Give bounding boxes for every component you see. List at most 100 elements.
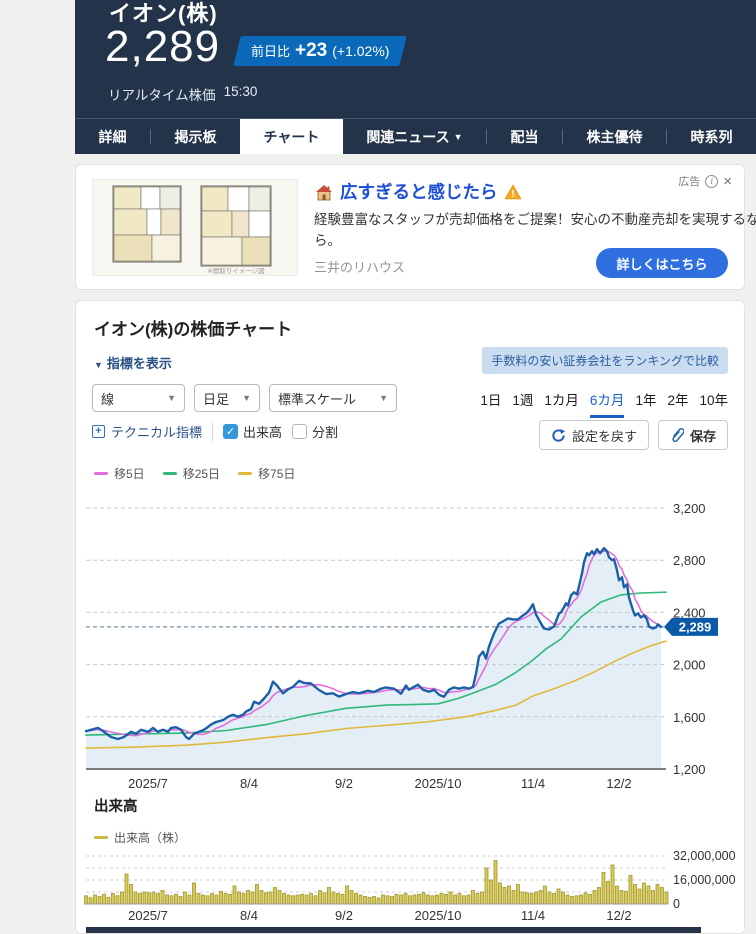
paperclip-icon: [670, 427, 684, 443]
divider: [212, 423, 213, 441]
legend-item-移75日: 移75日: [238, 465, 295, 482]
period-1日[interactable]: 1日: [480, 389, 501, 418]
save-button[interactable]: 保存: [658, 420, 728, 450]
chart-buttons: 設定を戻す 保存: [539, 420, 728, 450]
triangle-down-icon: ▼: [94, 360, 103, 370]
legend-dash-icon: [94, 472, 108, 475]
ad-cta-button[interactable]: 詳しくはこちら: [596, 248, 728, 278]
change-percent: (+1.02%): [332, 43, 389, 59]
change-label: 前日比: [251, 41, 290, 60]
ma-legend: 移5日 移25日 移75日: [94, 465, 295, 482]
svg-text:2025/10: 2025/10: [415, 776, 462, 791]
house-icon: [314, 183, 334, 201]
volume-title: 出来高: [94, 795, 138, 816]
realtime-label: リアルタイム株価: [108, 84, 216, 104]
main-column: イオン(株) 2,289 前日比 +23 (+1.02%) リアルタイム株価 1…: [75, 0, 756, 934]
chart-type-controls: 線▼ 日足▼ 標準スケール▼: [92, 384, 397, 412]
indicator-toggle[interactable]: ▼指標を表示: [94, 353, 172, 372]
stock-header: イオン(株) 2,289 前日比 +23 (+1.02%) リアルタイム株価 1…: [75, 0, 756, 118]
interval-select[interactable]: 日足▼: [194, 384, 260, 412]
ad-title-text: 広すぎると感じたら: [340, 179, 498, 204]
svg-text:9/2: 9/2: [335, 908, 353, 923]
ad-floorplan-image: ※間取りイメージ図: [92, 179, 298, 276]
svg-text:16,000,000: 16,000,000: [673, 873, 736, 887]
checkbox-icon: ✓: [223, 424, 238, 439]
nav-tab-配当[interactable]: 配当: [487, 119, 562, 154]
reset-settings-button[interactable]: 設定を戻す: [539, 420, 649, 450]
ad-close-icon[interactable]: ×: [723, 174, 732, 189]
period-2年[interactable]: 2年: [667, 389, 688, 418]
ad-badge: 広告: [678, 173, 700, 189]
period-selector: 1日 1週 1カ月 6カ月 1年 2年 10年: [480, 389, 728, 418]
checkbox-icon: [292, 424, 307, 439]
period-10年[interactable]: 10年: [699, 389, 728, 418]
svg-text:2025/7: 2025/7: [128, 776, 168, 791]
change-value: +23: [295, 40, 327, 62]
split-checkbox[interactable]: 分割: [292, 422, 338, 441]
chevron-down-icon: ▼: [379, 393, 388, 403]
page: イオン(株) 2,289 前日比 +23 (+1.02%) リアルタイム株価 1…: [0, 0, 756, 934]
svg-text:1,600: 1,600: [673, 710, 706, 725]
legend-dash-icon: [238, 472, 252, 475]
svg-text:2,000: 2,000: [673, 658, 706, 673]
period-6カ月[interactable]: 6カ月: [590, 389, 625, 418]
svg-text:3,200: 3,200: [673, 501, 706, 516]
scale-select[interactable]: 標準スケール▼: [269, 384, 397, 412]
ad-advertiser: 三井のリハウス: [314, 257, 405, 276]
svg-text:12/2: 12/2: [606, 776, 631, 791]
svg-text:2025/7: 2025/7: [128, 908, 168, 923]
period-1週[interactable]: 1週: [512, 389, 533, 418]
nav-tab-掲示板[interactable]: 掲示板: [151, 119, 240, 154]
svg-text:12/2: 12/2: [606, 908, 631, 923]
svg-text:2,800: 2,800: [673, 553, 706, 568]
price-change-badge: 前日比 +23 (+1.02%): [233, 36, 407, 66]
legend-item-移25日: 移25日: [163, 465, 220, 482]
svg-text:!: !: [511, 189, 514, 200]
broker-compare-link[interactable]: 手数料の安い証券会社をランキングで比較: [482, 347, 728, 374]
refresh-icon: [551, 428, 566, 443]
ad-info-icon[interactable]: i: [705, 175, 718, 188]
next-section-edge: [86, 927, 701, 934]
period-1カ月[interactable]: 1カ月: [544, 389, 579, 418]
warning-icon: !: [504, 184, 522, 200]
stock-price: 2,289: [105, 22, 220, 72]
chart-tools: + テクニカル指標 ✓ 出来高 分割: [92, 422, 338, 441]
quote-time: 15:30: [224, 84, 258, 104]
svg-text:1,200: 1,200: [673, 762, 706, 777]
volume-chart[interactable]: 32,000,000 16,000,000 0 2025/7 8/4 9/2 2025/10…: [76, 849, 745, 927]
price-chart[interactable]: 1,2001,6002,0002,4002,8003,2002025/78/49…: [76, 496, 745, 796]
volume-legend: 出来高（株）: [94, 829, 186, 846]
chevron-down-icon: ▼: [242, 393, 251, 403]
nav-tab-関連ニュース[interactable]: 関連ニュース▼: [343, 119, 486, 154]
plus-square-icon: +: [92, 425, 105, 438]
nav-tab-チャート[interactable]: チャート: [240, 119, 343, 154]
legend-item-移5日: 移5日: [94, 465, 145, 482]
svg-text:8/4: 8/4: [240, 776, 258, 791]
nav-tab-詳細[interactable]: 詳細: [75, 119, 150, 154]
ad-body: 経験豊富なスタッフが売却価格をご提案！安心の不動産売却を実現するなら。: [314, 210, 756, 252]
svg-text:8/4: 8/4: [240, 908, 258, 923]
svg-text:32,000,000: 32,000,000: [673, 849, 736, 863]
nav-tabs: 詳細掲示板チャート関連ニュース▼配当株主優待時系列: [75, 118, 756, 154]
volume-checkbox[interactable]: ✓ 出来高: [223, 422, 282, 441]
period-1年[interactable]: 1年: [635, 389, 656, 418]
svg-text:0: 0: [673, 897, 680, 911]
legend-dash-icon: [94, 836, 108, 839]
chart-section-title: イオン(株)の株価チャート: [94, 315, 292, 340]
nav-tab-時系列[interactable]: 時系列: [667, 119, 756, 154]
chevron-down-icon: ▼: [167, 393, 176, 403]
svg-text:9/2: 9/2: [335, 776, 353, 791]
ad-title[interactable]: 広すぎると感じたら !: [314, 179, 522, 204]
technical-indicator-button[interactable]: + テクニカル指標: [92, 422, 202, 441]
svg-text:2,289: 2,289: [679, 619, 712, 634]
svg-text:11/4: 11/4: [521, 776, 545, 791]
floorplan-caption: ※間取りイメージ図: [207, 267, 264, 275]
svg-text:2025/10: 2025/10: [415, 908, 462, 923]
floorplan-illustration: ※間取りイメージ図: [93, 180, 297, 275]
nav-tab-株主優待[interactable]: 株主優待: [563, 119, 666, 154]
chevron-down-icon: ▼: [454, 132, 463, 142]
chart-style-select[interactable]: 線▼: [92, 384, 185, 412]
ad-card[interactable]: ※間取りイメージ図 広告 i × 広すぎると感じたら !: [75, 164, 745, 290]
ad-meta: 広告 i ×: [678, 173, 732, 189]
legend-dash-icon: [163, 472, 177, 475]
